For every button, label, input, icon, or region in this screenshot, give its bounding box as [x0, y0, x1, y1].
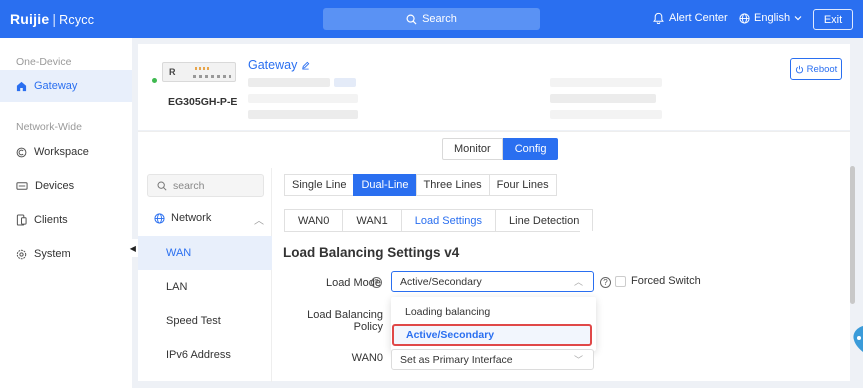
exit-button[interactable]: Exit	[813, 9, 853, 30]
power-icon	[795, 65, 803, 73]
redacted-info	[248, 94, 358, 103]
nav-group-network-wide: Network-Wide	[16, 121, 82, 133]
search-label: Search	[422, 13, 457, 25]
tab-line-detection[interactable]: Line Detection	[495, 209, 594, 231]
nav-item-workspace[interactable]: Workspace	[0, 136, 132, 168]
device-leds	[195, 67, 211, 70]
line-mode-tabs: Single Line Dual-Line Three Lines Four L…	[284, 174, 557, 196]
nav-item-system[interactable]: System	[0, 238, 132, 270]
search-icon	[157, 181, 167, 191]
policy-label: Load Balancing Policy	[307, 309, 383, 333]
wan0-role-value: Set as Primary Interface	[400, 353, 513, 366]
wan-config-tabs: WAN0 WAN1 Load Settings Line Detection	[284, 209, 594, 231]
device-ports	[193, 75, 231, 78]
tab-divider	[284, 231, 580, 232]
nav-item-label: System	[34, 248, 71, 260]
alert-center-button[interactable]: Alert Center	[653, 12, 728, 24]
search-placeholder: search	[173, 179, 205, 192]
language-selector[interactable]: English	[739, 12, 802, 24]
section-title: Load Balancing Settings v4	[283, 245, 460, 260]
device-model: EG305GH-P-E	[168, 96, 238, 108]
forced-switch-label: Forced Switch	[631, 275, 701, 287]
redacted-info	[550, 78, 662, 87]
menu-item-speed-test[interactable]: Speed Test	[138, 304, 272, 338]
help-icon[interactable]: ?	[371, 277, 382, 288]
menu-group-label: Network	[171, 212, 212, 224]
bell-icon	[653, 12, 664, 24]
mode-tabs: Monitor Config	[442, 138, 559, 160]
dropdown-option-loading-balancing[interactable]: Loading balancing	[391, 301, 596, 323]
tab-dual-line[interactable]: Dual-Line	[353, 174, 417, 196]
nav-item-label: Devices	[35, 180, 75, 192]
load-mode-value: Active/Secondary	[400, 275, 482, 288]
forced-switch-checkbox[interactable]	[615, 276, 626, 287]
main-panel: Monitor Config ◀ ▶ search Network ︿ WAN …	[126, 131, 850, 382]
search-icon	[406, 14, 417, 25]
globe-icon	[154, 212, 165, 224]
brand-name-secondary: Rcycc	[59, 13, 95, 27]
load-mode-dropdown: Loading balancing Active/Secondary	[391, 297, 596, 351]
dropdown-option-active-secondary[interactable]: Active/Secondary	[392, 324, 592, 346]
vertical-scrollbar[interactable]	[850, 166, 855, 304]
menu-search-input[interactable]: search	[147, 174, 264, 197]
edit-icon[interactable]	[301, 61, 310, 70]
nav-item-label: Workspace	[34, 146, 89, 158]
tab-config[interactable]: Config	[502, 138, 559, 160]
redacted-info	[550, 110, 662, 119]
nav-group-one-device: One-Device	[16, 56, 72, 68]
nav-item-gateway[interactable]: Gateway	[0, 70, 132, 102]
device-front-label: R	[169, 67, 176, 77]
redacted-info	[248, 78, 330, 87]
chevron-up-icon: ︿	[573, 277, 583, 287]
nav-item-label: Clients	[34, 214, 68, 226]
redacted-info	[334, 78, 356, 87]
reboot-button[interactable]: Reboot	[790, 58, 842, 80]
tab-wan0[interactable]: WAN0	[284, 209, 344, 231]
content-area: Single Line Dual-Line Three Lines Four L…	[283, 168, 843, 382]
online-status-dot	[152, 78, 157, 83]
chevron-up-icon: ︿	[254, 216, 264, 227]
tab-four-lines[interactable]: Four Lines	[488, 174, 557, 196]
nav-item-label: Gateway	[34, 80, 78, 92]
tab-three-lines[interactable]: Three Lines	[415, 174, 490, 196]
device-name-label: Gateway	[248, 58, 298, 72]
brand-name: Ruijie	[10, 11, 50, 27]
nav-item-devices[interactable]: Devices	[0, 170, 132, 202]
language-label: English	[754, 12, 791, 24]
alert-center-label: Alert Center	[669, 12, 728, 24]
device-image: R	[162, 62, 236, 82]
reboot-label: Reboot	[806, 63, 838, 75]
device-name[interactable]: Gateway	[248, 58, 310, 72]
nav-item-clients[interactable]: Clients	[0, 204, 132, 236]
tab-monitor[interactable]: Monitor	[442, 138, 503, 160]
devices-icon	[16, 182, 28, 190]
tab-single-line[interactable]: Single Line	[284, 174, 355, 196]
wan0-role-select[interactable]: Set as Primary Interface ﹀	[391, 349, 594, 370]
workspace-icon	[16, 147, 27, 157]
ruijie-logo[interactable]: Ruijie | Rcycc	[10, 11, 94, 27]
tab-wan1[interactable]: WAN1	[342, 209, 402, 231]
globe-icon	[739, 12, 750, 24]
chevron-down-icon	[794, 16, 802, 21]
device-card: R EG305GH-P-E Gateway Reboot	[138, 44, 850, 130]
sub-navigation: ◀ ▶ search Network ︿ WAN LAN Speed Test …	[126, 168, 272, 382]
clients-icon	[16, 214, 27, 226]
left-navigation: One-Device Gateway Network-Wide Workspac…	[0, 38, 132, 388]
redacted-info	[248, 110, 358, 119]
global-search-button[interactable]: Search	[323, 8, 540, 30]
menu-item-lan[interactable]: LAN	[138, 270, 272, 304]
menu-item-ipv6-address[interactable]: IPv6 Address	[138, 338, 272, 372]
help-icon[interactable]: ?	[600, 277, 611, 288]
menu-item-wan[interactable]: WAN	[138, 236, 272, 270]
floating-assistant-icon[interactable]	[848, 322, 863, 358]
home-icon	[16, 81, 27, 91]
chevron-down-icon: ﹀	[573, 355, 583, 365]
menu-group-network[interactable]: Network ︿	[154, 212, 264, 227]
gear-icon	[16, 249, 27, 259]
tab-load-settings[interactable]: Load Settings	[400, 209, 497, 231]
load-mode-select[interactable]: Active/Secondary ︿	[391, 271, 594, 292]
redacted-info	[550, 94, 656, 103]
wan0-label: WAN0	[351, 352, 383, 364]
top-bar: Ruijie | Rcycc Search Alert Center English…	[0, 0, 863, 38]
